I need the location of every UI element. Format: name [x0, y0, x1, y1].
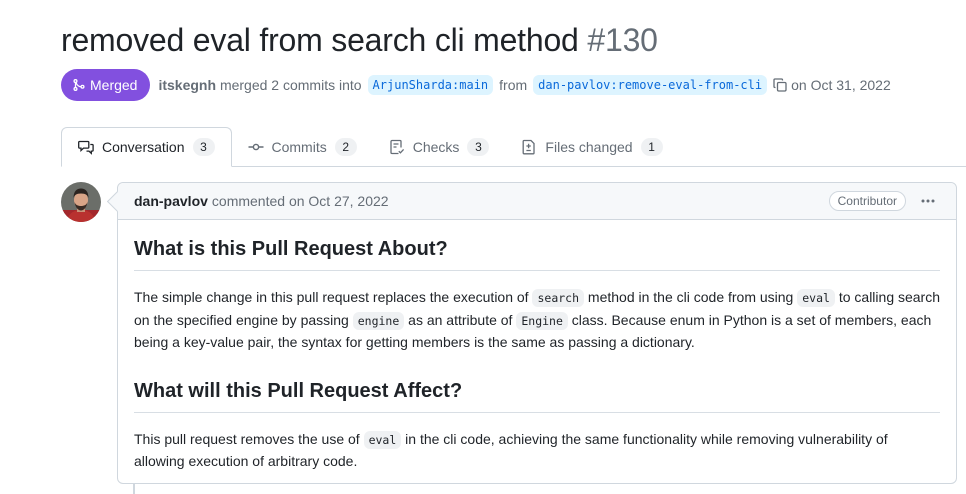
merged-text: merged 2 commits into [219, 77, 362, 93]
checklist-icon [390, 139, 404, 155]
contributor-badge: Contributor [828, 191, 906, 211]
inline-code: eval [363, 430, 402, 449]
pr-meta: Merged itskegnh merged 2 commits into Ar… [61, 69, 891, 101]
comment-author-link[interactable]: dan-pavlov [134, 193, 208, 209]
inline-code: eval [797, 289, 835, 307]
merged-state-badge: Merged [61, 69, 151, 101]
pr-title-text: removed eval from search cli method [61, 22, 579, 58]
comment-box: dan-pavlov commented on Oct 27, 2022 Con… [117, 182, 957, 484]
merge-date: on Oct 31, 2022 [791, 77, 891, 93]
comment-header: dan-pavlov commented on Oct 27, 2022 Con… [118, 183, 956, 220]
heading-pr-about: What is this Pull Request About? [134, 236, 940, 271]
tab-conversation-label: Conversation [102, 139, 185, 155]
merge-author-link[interactable]: itskegnh [158, 77, 216, 93]
tab-commits-label: Commits [271, 139, 327, 155]
tab-files-changed-label: Files changed [545, 139, 633, 155]
git-merge-icon [72, 78, 86, 92]
git-commit-icon [248, 143, 263, 151]
base-branch-link[interactable]: ArjunSharda:main [367, 75, 494, 95]
paragraph-pr-about: The simple change in this pull request r… [134, 287, 940, 354]
from-text: from [499, 77, 528, 93]
copy-icon[interactable] [772, 77, 788, 93]
comment-timestamp[interactable]: commented on Oct 27, 2022 [212, 193, 389, 209]
tab-conversation[interactable]: Conversation 3 [61, 127, 232, 167]
text: as an attribute of [408, 311, 513, 328]
tab-checks-count: 3 [467, 138, 490, 156]
text: method in the cli code from using [587, 289, 794, 305]
tab-commits-count: 2 [334, 138, 357, 156]
comment-discussion-icon [78, 140, 94, 155]
tab-checks[interactable]: Checks 3 [373, 127, 506, 167]
text: The simple change in this pull request r… [134, 289, 529, 305]
tab-files-changed-count: 1 [640, 138, 663, 156]
comment-body: What is this Pull Request About? The sim… [118, 236, 956, 473]
kebab-horizontal-icon[interactable] [918, 191, 938, 211]
pr-title: removed eval from search cli method #130 [61, 22, 658, 59]
inline-code: search [532, 289, 585, 307]
tab-commits[interactable]: Commits 2 [232, 127, 373, 167]
inline-code: engine [352, 311, 405, 330]
text: This pull request removes the use of [134, 430, 360, 447]
file-diff-icon [522, 139, 536, 155]
heading-pr-affect: What will this Pull Request Affect? [134, 378, 940, 413]
paragraph-pr-affect: This pull request removes the use of eva… [134, 429, 940, 473]
pr-number: #130 [587, 22, 658, 58]
tab-conversation-count: 3 [192, 138, 215, 156]
inline-code: Engine [516, 311, 568, 330]
avatar[interactable] [61, 182, 101, 222]
tab-files-changed[interactable]: Files changed 1 [505, 127, 678, 167]
pr-tabs: Conversation 3 Commits 2 Checks 3 Files … [61, 126, 966, 167]
tab-checks-label: Checks [412, 139, 460, 155]
timeline-line [133, 484, 135, 494]
head-branch-link[interactable]: dan-pavlov:remove-eval-from-cli [533, 75, 768, 95]
merged-label: Merged [90, 77, 138, 93]
